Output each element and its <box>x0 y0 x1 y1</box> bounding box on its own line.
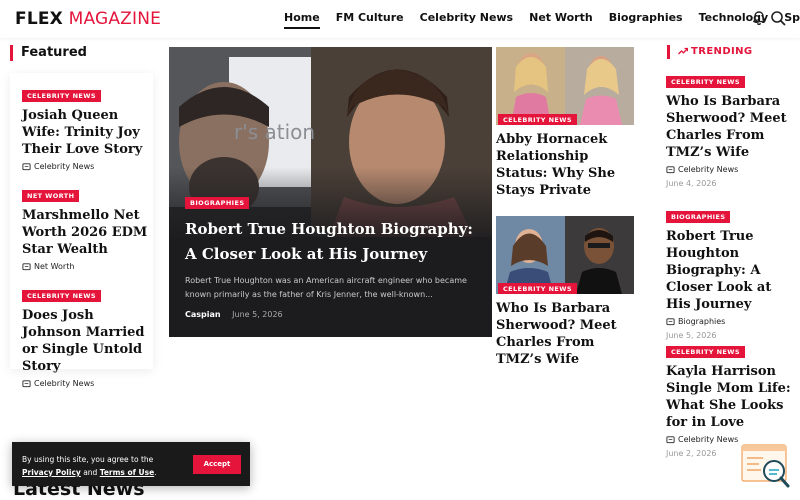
article-title[interactable]: Robert True Houghton Biography: A Closer… <box>666 228 794 313</box>
logo-part-1: FLEX <box>15 9 63 29</box>
article-title[interactable]: Josiah Queen Wife: Trinity Joy Their Lov… <box>22 107 150 158</box>
cookie-text-1: By using this site, you agree to the <box>22 455 154 464</box>
category-badge[interactable]: CELEBRITY NEWS <box>498 114 577 125</box>
folder-icon <box>22 163 31 171</box>
nav-home[interactable]: Home <box>284 11 320 29</box>
trending-item[interactable]: BIOGRAPHIES Robert True Houghton Biograp… <box>666 206 794 340</box>
middle-article[interactable]: CELEBRITY NEWS Abby Hornacek Relationshi… <box>496 47 634 199</box>
category-label: Celebrity News <box>678 165 739 174</box>
category-label: Celebrity News <box>678 435 739 444</box>
category-link[interactable]: Biographies <box>666 317 794 326</box>
category-label: Celebrity News <box>34 162 95 171</box>
folder-icon <box>22 380 31 388</box>
cookie-banner: By using this site, you agree to the Pri… <box>12 442 250 486</box>
logo-part-2: MAGAZINE <box>68 9 162 29</box>
privacy-policy-link[interactable]: Privacy Policy <box>22 468 81 477</box>
article-title[interactable]: Marshmello Net Worth 2026 EDM Star Wealt… <box>22 207 150 258</box>
category-link[interactable]: Celebrity News <box>22 162 150 171</box>
hero-article[interactable]: r's ation BIOGRAPHIES Robert True Hought… <box>169 47 492 337</box>
terms-of-use-link[interactable]: Terms of Use <box>100 468 154 477</box>
featured-card: CELEBRITY NEWS Josiah Queen Wife: Trinit… <box>10 73 153 388</box>
site-header: FLEX MAGAZINE Home FM Culture Celebrity … <box>0 0 800 38</box>
cookie-period: . <box>154 468 157 477</box>
post-date: June 5, 2026 <box>232 310 283 319</box>
nav-fm-culture[interactable]: FM Culture <box>336 11 404 24</box>
article-thumbnail[interactable]: CELEBRITY NEWS <box>496 216 634 294</box>
folder-icon <box>666 436 675 444</box>
hero-excerpt: Robert True Houghton was an American air… <box>185 276 467 299</box>
category-badge[interactable]: BIOGRAPHIES <box>185 197 250 209</box>
hero-meta: Caspian June 5, 2026 <box>185 310 283 319</box>
category-badge[interactable]: CELEBRITY NEWS <box>498 283 577 294</box>
accept-cookies-button[interactable]: Accept <box>193 455 241 474</box>
hero-image-text: r's ation <box>234 120 316 144</box>
article-title[interactable]: Who Is Barbara Sherwood? Meet Charles Fr… <box>496 300 634 368</box>
search-icon[interactable] <box>770 10 786 26</box>
article-title[interactable]: Does Josh Johnson Married or Single Unto… <box>22 307 150 375</box>
author-name[interactable]: Caspian <box>185 310 221 319</box>
trending-label: TRENDING <box>691 46 753 57</box>
bell-icon[interactable] <box>751 10 767 26</box>
category-link[interactable]: Celebrity News <box>666 435 794 444</box>
category-badge[interactable]: CELEBRITY NEWS <box>666 76 745 88</box>
trending-item[interactable]: CELEBRITY NEWS Who Is Barbara Sherwood? … <box>666 71 794 188</box>
featured-item[interactable]: CELEBRITY NEWS Does Josh Johnson Married… <box>22 285 150 388</box>
nav-net-worth[interactable]: Net Worth <box>529 11 593 24</box>
cookie-and: and <box>83 468 98 477</box>
featured-item[interactable]: CELEBRITY NEWS Josiah Queen Wife: Trinit… <box>22 85 150 171</box>
nav-celebrity-news[interactable]: Celebrity News <box>420 11 513 24</box>
trending-icon <box>678 47 689 55</box>
category-badge[interactable]: CELEBRITY NEWS <box>22 90 101 102</box>
article-title[interactable]: Kayla Harrison Single Mom Life: What She… <box>666 363 794 431</box>
nav-biographies[interactable]: Biographies <box>609 11 683 24</box>
trending-heading: TRENDING <box>667 45 753 59</box>
category-link[interactable]: Celebrity News <box>666 165 794 174</box>
main-nav: Home FM Culture Celebrity News Net Worth… <box>284 11 800 29</box>
post-date: June 4, 2026 <box>666 179 717 188</box>
article-title[interactable]: Who Is Barbara Sherwood? Meet Charles Fr… <box>666 93 794 161</box>
category-label: Biographies <box>678 317 726 326</box>
folder-icon <box>666 166 675 174</box>
cookie-text: By using this site, you agree to the Pri… <box>22 453 182 479</box>
category-badge[interactable]: CELEBRITY NEWS <box>666 346 745 358</box>
site-logo[interactable]: FLEX MAGAZINE <box>15 9 161 29</box>
article-title[interactable]: Abby Hornacek Relationship Status: Why S… <box>496 131 634 199</box>
featured-heading: Featured <box>10 45 87 61</box>
category-label: Celebrity News <box>34 379 95 388</box>
category-link[interactable]: Celebrity News <box>22 379 150 388</box>
category-badge[interactable]: NET WORTH <box>22 190 80 202</box>
search-widget-icon[interactable] <box>741 444 791 490</box>
nav-sports[interactable]: Sports <box>784 11 800 24</box>
middle-article[interactable]: CELEBRITY NEWS Who Is Barbara Sherwood? … <box>496 216 634 368</box>
category-badge[interactable]: CELEBRITY NEWS <box>22 290 101 302</box>
hero-title[interactable]: Robert True Houghton Biography: A Closer… <box>185 217 480 267</box>
category-badge[interactable]: BIOGRAPHIES <box>666 211 731 223</box>
category-label: Net Worth <box>34 262 75 271</box>
featured-item[interactable]: NET WORTH Marshmello Net Worth 2026 EDM … <box>22 185 150 271</box>
folder-icon <box>666 318 675 326</box>
post-date: June 5, 2026 <box>666 331 717 340</box>
category-link[interactable]: Net Worth <box>22 262 150 271</box>
article-thumbnail[interactable]: CELEBRITY NEWS <box>496 47 634 125</box>
trending-item[interactable]: CELEBRITY NEWS Kayla Harrison Single Mom… <box>666 341 794 458</box>
folder-icon <box>22 263 31 271</box>
